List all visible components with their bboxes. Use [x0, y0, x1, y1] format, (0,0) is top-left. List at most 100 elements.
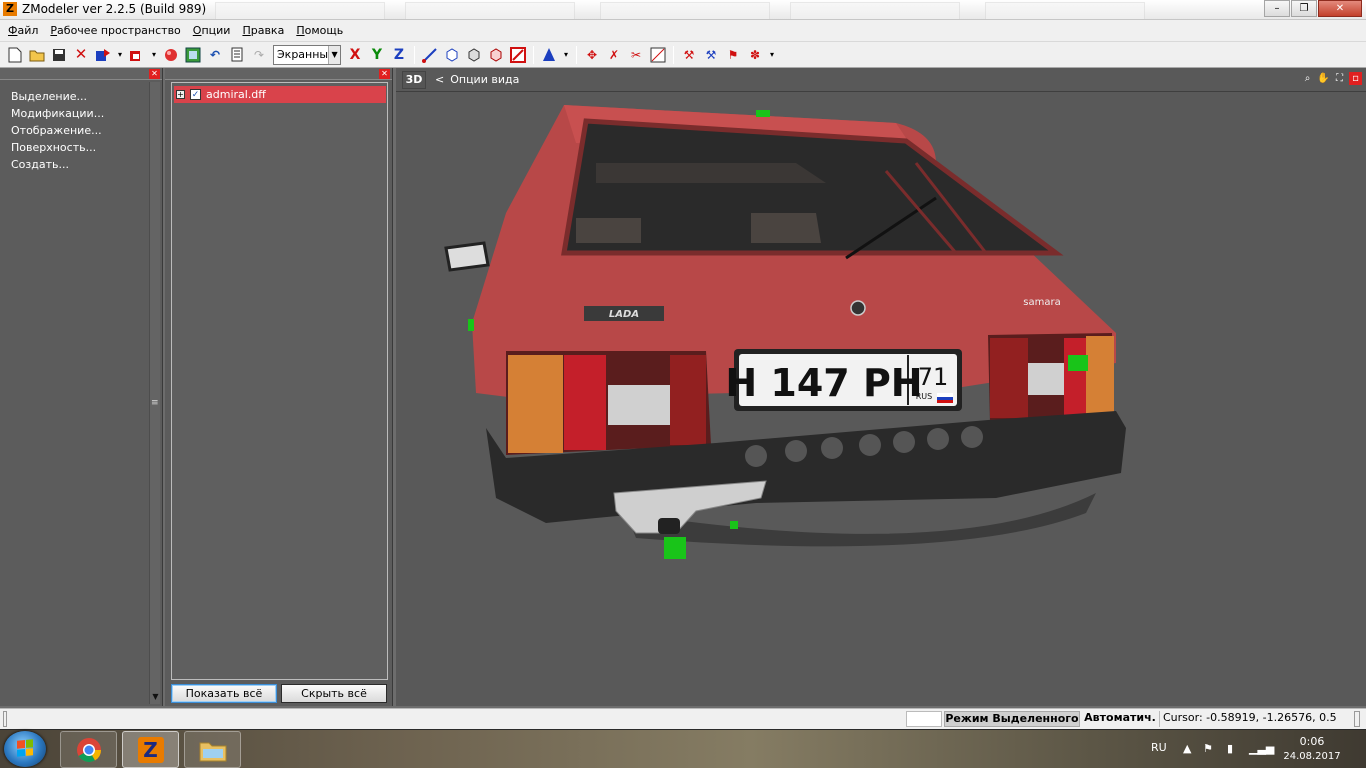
- export-icon[interactable]: [128, 46, 146, 64]
- taskbar-chrome[interactable]: [60, 731, 117, 768]
- light-cone-icon[interactable]: [540, 46, 558, 64]
- select-face-icon[interactable]: [443, 46, 461, 64]
- viewport-canvas[interactable]: Н 147 РН 71 RUS LADA samara: [396, 93, 1366, 706]
- selection-mode-indicator[interactable]: Режим Выделенного: [944, 711, 1080, 727]
- menu-workspace[interactable]: Рабочее пространство: [44, 24, 186, 37]
- zoom-icon[interactable]: ⌕: [1301, 72, 1314, 85]
- delete-icon[interactable]: ✕: [72, 46, 90, 64]
- select-none-icon[interactable]: [509, 46, 527, 64]
- command-create[interactable]: Создать...: [11, 156, 162, 173]
- tray-expand-icon[interactable]: ▲: [1183, 742, 1191, 755]
- command-surface[interactable]: Поверхность...: [11, 139, 162, 156]
- bone-tool-icon[interactable]: ⚒: [702, 46, 720, 64]
- close-icon[interactable]: ✕: [379, 69, 390, 79]
- folder-icon: [199, 742, 226, 761]
- view-mode-select[interactable]: Экранны ▼: [273, 44, 341, 65]
- maximize-button[interactable]: ❐: [1291, 0, 1317, 17]
- background-window-tab: [985, 2, 1145, 19]
- clock-date[interactable]: 24.08.2017: [1282, 750, 1342, 764]
- helper-gizmo[interactable]: [730, 521, 738, 529]
- select-object-icon[interactable]: [465, 46, 483, 64]
- network-signal-icon[interactable]: ▁▃▅: [1249, 742, 1274, 755]
- language-indicator[interactable]: RU: [1151, 741, 1167, 754]
- show-all-button[interactable]: Показать всё: [171, 684, 277, 703]
- open-folder-icon[interactable]: [28, 46, 46, 64]
- plate-country: RUS: [916, 392, 933, 401]
- viewport-back-arrow[interactable]: <: [435, 73, 444, 86]
- left-brake-light: [564, 355, 606, 450]
- scale-tool-icon[interactable]: ✂: [627, 46, 645, 64]
- minimize-button[interactable]: –: [1264, 0, 1290, 17]
- command-display[interactable]: Отображение...: [11, 122, 162, 139]
- dropdown-arrow-icon[interactable]: ▾: [116, 46, 124, 64]
- trunk-lock: [850, 300, 866, 316]
- start-button[interactable]: [4, 731, 46, 767]
- rotate-tool-icon[interactable]: ✗: [605, 46, 623, 64]
- scroll-grip-icon[interactable]: ≡: [151, 398, 159, 408]
- command-selection[interactable]: Выделение...: [11, 88, 162, 105]
- bumper-hole: [821, 437, 843, 459]
- menu-options[interactable]: Опции: [187, 24, 237, 37]
- notes-icon[interactable]: [228, 46, 246, 64]
- scroll-down-icon[interactable]: ▼: [150, 692, 161, 704]
- status-bar: Режим Выделенного Автоматич. Cursor: -0.…: [0, 708, 1366, 729]
- action-center-flag-icon[interactable]: ⚑: [1203, 742, 1213, 755]
- helper-gizmo[interactable]: [756, 110, 770, 117]
- auto-mode-indicator[interactable]: Автоматич.: [1083, 711, 1157, 727]
- clock-time[interactable]: 0:06: [1282, 735, 1342, 749]
- cursor-coordinates: Cursor: -0.58919, -1.26576, 0.57694: [1159, 711, 1337, 727]
- bumper-hole: [785, 440, 807, 462]
- system-tray: RU ▲ ⚑ ▮ ▁▃▅ 0:06 24.08.2017: [1145, 730, 1360, 768]
- menu-help[interactable]: Помощь: [290, 24, 349, 37]
- select-vertex-icon[interactable]: [421, 46, 439, 64]
- command-panel-scrollbar[interactable]: ≡ ▼: [149, 82, 160, 704]
- dropdown-arrow-icon[interactable]: ▾: [150, 46, 158, 64]
- save-icon[interactable]: [50, 46, 68, 64]
- power-icon[interactable]: ▮: [1227, 742, 1233, 755]
- visibility-checkbox[interactable]: ✓: [190, 89, 201, 100]
- command-modifications[interactable]: Модификации...: [11, 105, 162, 122]
- weld-tool-icon[interactable]: ✽: [746, 46, 764, 64]
- windows-logo-icon: [17, 739, 33, 757]
- helper-gizmo[interactable]: [468, 319, 474, 331]
- select-group-icon[interactable]: [487, 46, 505, 64]
- texture-icon[interactable]: [184, 46, 202, 64]
- dropdown-arrow-icon[interactable]: ▾: [768, 46, 776, 64]
- move-tool-icon[interactable]: ✥: [583, 46, 601, 64]
- link-tool-icon[interactable]: ⚒: [680, 46, 698, 64]
- import-icon[interactable]: [94, 46, 112, 64]
- pan-hand-icon[interactable]: ✋: [1317, 72, 1330, 85]
- undo-icon[interactable]: ↶: [206, 46, 224, 64]
- new-file-icon[interactable]: [6, 46, 24, 64]
- tree-item-admiral[interactable]: + ✓ admiral.dff: [174, 86, 386, 103]
- close-icon[interactable]: ✕: [149, 69, 160, 79]
- command-panel-header: ✕: [0, 68, 162, 80]
- dropdown-arrow-icon[interactable]: ▾: [562, 46, 570, 64]
- menu-edit[interactable]: Правка: [236, 24, 290, 37]
- seat-left: [576, 218, 641, 243]
- viewport-mode-button[interactable]: 3D: [402, 70, 426, 89]
- 3d-viewport[interactable]: 3D < Опции вида ⌕ ✋ ⛶ ▫ Н 147 РН 71 RUS …: [396, 68, 1366, 706]
- taskbar-zmodeler[interactable]: Z: [122, 731, 179, 768]
- maximize-viewport-icon[interactable]: ▫: [1349, 72, 1362, 85]
- helper-gizmo[interactable]: [1068, 355, 1088, 371]
- resize-grip[interactable]: [1354, 711, 1360, 727]
- expand-icon[interactable]: +: [176, 90, 185, 99]
- fullscreen-icon[interactable]: ⛶: [1333, 72, 1346, 85]
- interior-panel: [596, 163, 826, 183]
- taskbar-explorer[interactable]: [184, 731, 241, 768]
- axis-x-toggle[interactable]: X: [346, 46, 364, 64]
- redo-icon[interactable]: ↷: [250, 46, 268, 64]
- axis-z-toggle[interactable]: Z: [390, 46, 408, 64]
- command-panel: ✕ Выделение... Модификации... Отображени…: [0, 68, 163, 706]
- uv-mapper-icon[interactable]: [649, 46, 667, 64]
- hide-all-button[interactable]: Скрыть всё: [281, 684, 387, 703]
- view-options-link[interactable]: Опции вида: [450, 73, 519, 86]
- figure-tool-icon[interactable]: ⚑: [724, 46, 742, 64]
- axis-y-toggle[interactable]: Y: [368, 46, 386, 64]
- helper-gizmo[interactable]: [664, 537, 686, 559]
- menu-file[interactable]: Файл: [2, 24, 44, 37]
- close-button[interactable]: ✕: [1318, 0, 1362, 17]
- material-icon[interactable]: [162, 46, 180, 64]
- right-amber-light: [1086, 336, 1114, 414]
